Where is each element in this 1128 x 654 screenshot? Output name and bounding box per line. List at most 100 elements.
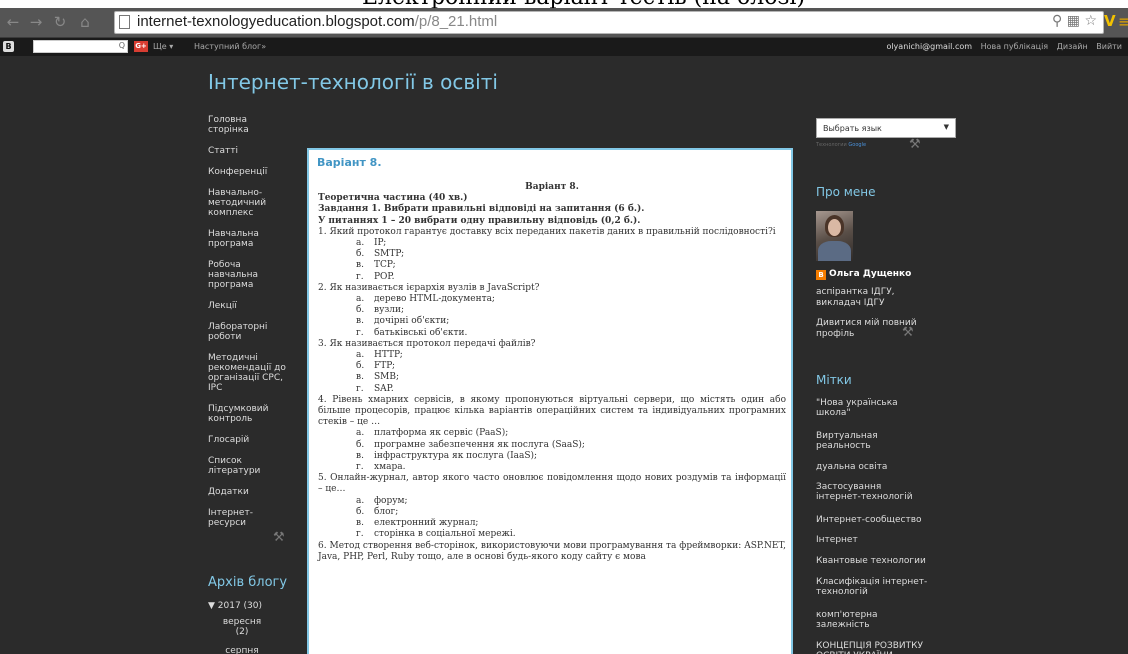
answer-letter: а. bbox=[356, 350, 365, 361]
answer-text: FTP; bbox=[374, 361, 396, 372]
answer-option: а. HTTP; bbox=[318, 350, 786, 361]
answer-text: батьківські об'єкти. bbox=[374, 327, 468, 338]
answer-option: б. SMTP; bbox=[318, 249, 786, 260]
nav-link-conferences[interactable]: Конференції bbox=[208, 167, 298, 177]
label-link[interactable]: Класифікація інтернет-технологій bbox=[816, 577, 928, 597]
answer-option: а. дерево HTML-документа; bbox=[318, 294, 786, 305]
answer-letter: г. bbox=[356, 271, 364, 282]
answer-letter: г. bbox=[356, 529, 364, 540]
blog-title[interactable]: Інтернет-технології в освіті bbox=[208, 70, 498, 94]
answer-text: сторінка в соціальної мережі. bbox=[374, 529, 516, 540]
nav-link-references[interactable]: Список літератури bbox=[208, 456, 268, 476]
account-email[interactable]: olyanichi@gmail.com bbox=[886, 42, 972, 51]
answer-letter: г. bbox=[356, 462, 364, 473]
question-4-options: а. платформа як сервіс (PaaS); б. програмне… bbox=[318, 428, 786, 473]
answer-letter: б. bbox=[356, 361, 365, 372]
answer-letter: а. bbox=[356, 428, 365, 439]
nav-link-guidelines[interactable]: Методичні рекомендації до організації СР… bbox=[208, 353, 294, 393]
navbar-search-input[interactable]: Q bbox=[33, 40, 128, 53]
answer-option: б. вузли; bbox=[318, 305, 786, 316]
language-select[interactable]: Выбрать язык ▼ bbox=[816, 118, 956, 138]
answer-text: вузли; bbox=[374, 305, 405, 316]
profile-photo[interactable] bbox=[816, 211, 853, 261]
archive-month-august[interactable]: серпня bbox=[222, 646, 262, 654]
zoom-icon[interactable]: ⚲ bbox=[1052, 13, 1062, 29]
answer-letter: а. bbox=[356, 294, 365, 305]
answer-option: в. SMB; bbox=[318, 372, 786, 383]
nav-link-appendices[interactable]: Додатки bbox=[208, 487, 298, 497]
more-menu[interactable]: Ще ▾ bbox=[153, 42, 173, 51]
answer-text: програмне забезпечення як послуга (SaaS)… bbox=[374, 439, 585, 450]
nav-link-curriculum[interactable]: Навчальна програма bbox=[208, 229, 268, 249]
translate-icon[interactable]: ▦ bbox=[1067, 13, 1080, 29]
post-container: Варіант 8. Варіант 8. Теоретична частина… bbox=[307, 148, 793, 654]
label-link[interactable]: "Нова українська школа" bbox=[816, 398, 928, 418]
chevron-down-icon: ▼ bbox=[943, 123, 949, 131]
answer-option: а. платформа як сервіс (PaaS); bbox=[318, 428, 786, 439]
theory-heading: Теоретична частина (40 хв.) bbox=[318, 193, 468, 204]
edit-wrench-icon[interactable]: ⚒ bbox=[902, 325, 914, 340]
answer-letter: в. bbox=[356, 518, 364, 529]
blogger-logo-icon[interactable]: B bbox=[3, 41, 14, 52]
next-blog-link[interactable]: Наступний блог» bbox=[194, 42, 266, 51]
answer-letter: в. bbox=[356, 316, 364, 327]
post-title[interactable]: Варіант 8. bbox=[317, 156, 382, 169]
question-3-options: а. HTTP; б. FTP; в. SMB; г. SAP. bbox=[318, 350, 786, 395]
slide-title: Електронний варіант тестів (на блозі) bbox=[362, 0, 805, 8]
nav-link-internet-resources[interactable]: Інтернет-ресурси bbox=[208, 508, 258, 528]
answer-text: POP. bbox=[374, 271, 395, 282]
slide-title-banner: Електронний варіант тестів (на блозі) bbox=[0, 0, 1128, 8]
edit-wrench-icon[interactable]: ⚒ bbox=[273, 530, 285, 545]
reload-icon[interactable]: ↻ bbox=[50, 12, 70, 32]
url-host: internet-texnologyeducation.blogspot.com bbox=[137, 13, 415, 30]
home-icon[interactable]: ⌂ bbox=[75, 12, 95, 32]
forward-arrow-icon[interactable]: → bbox=[26, 12, 46, 32]
question-5-options: а. форум; б. блог; в. електронний журнал; г. ст… bbox=[318, 496, 786, 541]
nav-link-articles[interactable]: Статті bbox=[208, 146, 298, 156]
nav-link-home[interactable]: Головна сторінка bbox=[208, 115, 268, 135]
browser-menu-icon[interactable]: ≡ bbox=[1118, 12, 1128, 31]
answer-text: IP; bbox=[374, 238, 387, 249]
nav-link-work-program[interactable]: Робоча навчальна програма bbox=[208, 260, 268, 290]
nav-link-final-control[interactable]: Підсумковий контроль bbox=[208, 404, 278, 424]
bookmark-star-icon[interactable]: ☆ bbox=[1084, 13, 1097, 29]
google-link[interactable]: Google bbox=[848, 142, 866, 148]
archive-year-2017[interactable]: ▼ 2017 (30) bbox=[208, 601, 262, 611]
label-link[interactable]: комп'ютерна залежність bbox=[816, 610, 928, 630]
answer-letter: б. bbox=[356, 506, 365, 517]
archive-month-september[interactable]: вересня (2) bbox=[222, 617, 262, 637]
label-link[interactable]: КОНЦЕПЦІЯ РОЗВИТКУ ОСВІТИ УКРАЇНИ bbox=[816, 641, 928, 654]
back-arrow-icon[interactable]: ← bbox=[3, 12, 23, 32]
search-icon[interactable]: Q bbox=[119, 41, 125, 50]
answer-option: г. SAP. bbox=[318, 384, 786, 395]
variant-heading: Варіант 8. bbox=[525, 182, 579, 192]
label-link[interactable]: дуальна освіта bbox=[816, 462, 928, 472]
answer-option: г. POP. bbox=[318, 272, 786, 283]
label-link[interactable]: Застосування інтернет-технологій bbox=[816, 482, 928, 502]
nav-link-teaching-complex[interactable]: Навчально-методичний комплекс bbox=[208, 188, 278, 218]
answer-text: електронний журнал; bbox=[374, 518, 479, 529]
answer-letter: в. bbox=[356, 450, 364, 461]
label-link[interactable]: Квантовые технологии bbox=[816, 556, 928, 566]
answer-text: SMTP; bbox=[374, 249, 405, 260]
nav-link-lectures[interactable]: Лекції bbox=[208, 301, 298, 311]
answer-letter: г. bbox=[356, 383, 364, 394]
new-post-link[interactable]: Нова публікація bbox=[981, 42, 1049, 51]
google-plus-icon[interactable]: G+ bbox=[134, 41, 148, 52]
nav-link-labs[interactable]: Лабораторні роботи bbox=[208, 322, 278, 342]
edit-wrench-icon[interactable]: ⚒ bbox=[909, 137, 921, 152]
nav-link-glossary[interactable]: Глосарій bbox=[208, 435, 298, 445]
question-3: 3. Як називається протокол передачі файл… bbox=[318, 338, 536, 349]
label-link[interactable]: Виртуальная реальность bbox=[816, 431, 928, 451]
label-link[interactable]: Інтернет bbox=[816, 535, 928, 545]
extension-area: V ≡ bbox=[1104, 12, 1128, 32]
url-path: /p/8_21.html bbox=[414, 13, 498, 30]
label-link[interactable]: Интернет-сообщество bbox=[816, 515, 928, 525]
logout-link[interactable]: Вийти bbox=[1096, 42, 1122, 51]
design-link[interactable]: Дизайн bbox=[1057, 42, 1088, 51]
translate-powered-label: Технологии bbox=[816, 142, 847, 148]
extension-v-icon[interactable]: V bbox=[1104, 12, 1116, 30]
profile-name[interactable]: B Ольга Дущенко bbox=[816, 269, 911, 280]
url-text[interactable]: internet-texnologyeducation.blogspot.com… bbox=[137, 13, 497, 30]
address-bar[interactable]: internet-texnologyeducation.blogspot.com… bbox=[114, 11, 1104, 34]
